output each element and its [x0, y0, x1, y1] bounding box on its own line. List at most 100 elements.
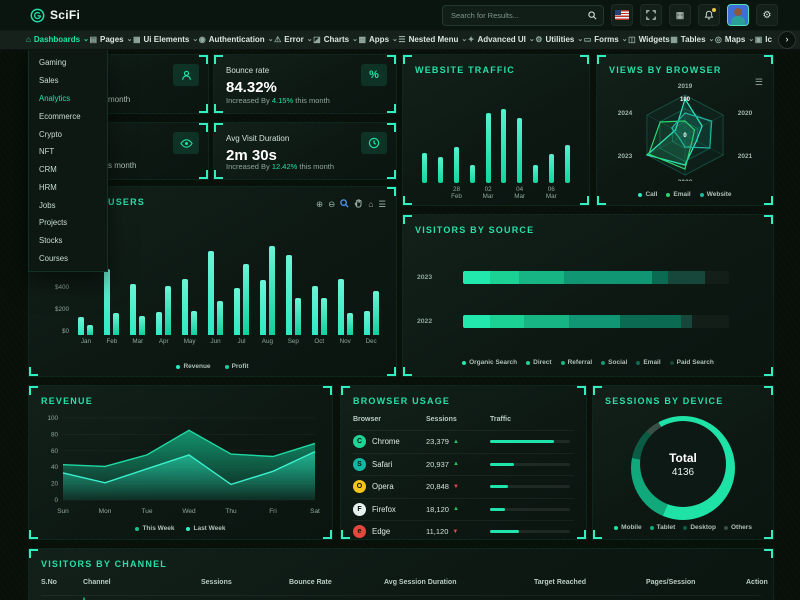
pan-icon[interactable]	[354, 199, 363, 210]
zoom-in-icon[interactable]: ⊕	[316, 200, 323, 209]
channel-col-sessions: Sessions	[201, 579, 289, 586]
browser-row-opera[interactable]: OOpera20,848▼	[353, 475, 574, 498]
legend-dot	[614, 526, 618, 530]
nav-item-authentication[interactable]: ◉Authentication⌄	[199, 35, 274, 44]
bar-group-feb	[99, 269, 125, 336]
nav-item-advanced-ui[interactable]: ✦Advanced UI⌄	[468, 35, 535, 44]
bar-group-mar	[125, 284, 151, 335]
legend-item-profit: Profit	[225, 363, 249, 370]
legend-dot	[601, 361, 605, 365]
bar-profit	[347, 313, 353, 335]
nav-item-nested-menu[interactable]: ☰Nested Menu⌄	[398, 35, 467, 44]
language-flag-button[interactable]	[611, 4, 633, 26]
apps-button[interactable]: ▦	[669, 4, 691, 26]
nav-item-forms[interactable]: ▭Forms⌄	[584, 35, 628, 44]
search-icon[interactable]	[588, 11, 597, 20]
menu-icon[interactable]: ☰	[378, 200, 386, 209]
nav-next-button[interactable]: ›	[778, 31, 796, 49]
channel-col-action: Action	[746, 579, 768, 586]
nav-item-utilities[interactable]: ⚙Utilities⌄	[535, 35, 583, 44]
nav-item-charts[interactable]: ◪Charts⌄	[313, 35, 358, 44]
browser-row-chrome[interactable]: CChrome23,379▲	[353, 430, 574, 453]
dropdown-item-gaming[interactable]: Gaming	[29, 54, 107, 72]
search-box[interactable]	[442, 5, 604, 26]
fullscreen-button[interactable]	[640, 4, 662, 26]
settings-button[interactable]: ⚙	[756, 4, 778, 26]
source-segment	[564, 271, 652, 284]
nav-label: Pages	[100, 35, 124, 44]
nav-item-ic[interactable]: ▣Ic	[755, 35, 772, 44]
legend-dot	[666, 193, 670, 197]
source-segment	[524, 315, 569, 328]
dropdown-item-crypto[interactable]: Crypto	[29, 125, 107, 143]
dropdown-item-nft[interactable]: NFT	[29, 143, 107, 161]
nav-item-maps[interactable]: ◎Maps⌄	[715, 35, 754, 44]
legend-label: Website	[707, 191, 732, 198]
browser-row-safari[interactable]: SSafari20,937▲	[353, 453, 574, 476]
x-axis-label: Sep	[280, 338, 306, 345]
bar-revenue	[104, 269, 110, 336]
dropdown-item-sales[interactable]: Sales	[29, 72, 107, 90]
legend-label: Organic Search	[469, 359, 517, 366]
browser-row-edge[interactable]: eEdge11,120▼	[353, 520, 574, 543]
dropdown-item-hrm[interactable]: HRM	[29, 178, 107, 196]
nav-item-apps[interactable]: ▩Apps⌄	[358, 35, 397, 44]
bar-profit	[139, 316, 145, 335]
dropdown-item-projects[interactable]: Projects	[29, 214, 107, 232]
selection-zoom-icon[interactable]	[340, 199, 349, 210]
dropdown-item-analytics[interactable]: Analytics	[29, 90, 107, 108]
legend-label: This Week	[142, 525, 174, 532]
source-track	[463, 271, 729, 284]
legend-dot	[636, 361, 640, 365]
gear-icon: ⚙	[763, 10, 772, 21]
x-axis-label: Jul	[229, 338, 255, 345]
nav-label: Error	[284, 35, 304, 44]
browser-usage-card: BROWSER USAGE Browser Sessions Traffic C…	[340, 385, 587, 540]
dropdown-item-courses[interactable]: Courses	[29, 250, 107, 268]
bar-profit	[87, 325, 93, 335]
visitors-by-source-title: VISITORS BY SOURCE	[415, 225, 534, 235]
zoom-out-icon[interactable]: ⊖	[328, 200, 335, 209]
widgets-icon: ◫	[628, 35, 636, 44]
legend-item-social: Social	[601, 359, 627, 366]
user-avatar[interactable]	[727, 4, 749, 26]
radar-chart: 2019202020212022202320241000	[597, 79, 773, 181]
bar-revenue	[130, 284, 136, 335]
svg-text:Tue: Tue	[142, 508, 153, 515]
source-segment	[463, 271, 490, 284]
legend-dot	[638, 193, 642, 197]
nav-item-dashboards[interactable]: ⌂Dashboards⌄	[26, 35, 89, 44]
nav-item-error[interactable]: ⚠Error⌄	[274, 35, 313, 44]
percent-icon: %	[361, 64, 387, 86]
nav-item-widgets[interactable]: ◫Widgets	[628, 35, 670, 44]
firefox-icon: F	[353, 503, 366, 516]
dropdown-item-ecommerce[interactable]: Ecommerce	[29, 107, 107, 125]
clock-icon	[361, 132, 387, 154]
legend-label: Mobile	[621, 524, 642, 531]
donut-total-value: 4136	[672, 467, 694, 478]
top-bar: SciFi ▦	[0, 0, 800, 31]
browser-row-firefox[interactable]: FFirefox18,120▲	[353, 498, 574, 521]
channel-row[interactable]	[41, 595, 761, 600]
dashboard-page: SciFi ▦	[0, 0, 800, 600]
bar-revenue	[234, 288, 240, 335]
dropdown-item-stocks[interactable]: Stocks	[29, 232, 107, 250]
nav-item-pages[interactable]: ▤Pages⌄	[89, 35, 132, 44]
nav-item-ui-elements[interactable]: ▦Ui Elements⌄	[133, 35, 198, 44]
traffic-x-label	[559, 186, 575, 200]
logo[interactable]: SciFi	[30, 8, 80, 23]
svg-text:2024: 2024	[618, 110, 633, 117]
search-input[interactable]	[449, 10, 588, 21]
dropdown-item-crm[interactable]: CRM	[29, 161, 107, 179]
bar-revenue	[78, 317, 84, 336]
bar-group-jun	[203, 251, 229, 335]
forms-icon: ▭	[584, 35, 592, 44]
svg-text:0: 0	[54, 497, 58, 504]
legend-item-referral: Referral	[561, 359, 593, 366]
dropdown-item-jobs[interactable]: Jobs	[29, 196, 107, 214]
traffic-bar-cell	[449, 103, 465, 183]
nav-item-tables[interactable]: ▦Tables⌄	[670, 35, 714, 44]
notifications-button[interactable]	[698, 4, 720, 26]
col-sessions: Sessions	[426, 416, 490, 423]
home-icon[interactable]: ⌂	[368, 200, 373, 209]
